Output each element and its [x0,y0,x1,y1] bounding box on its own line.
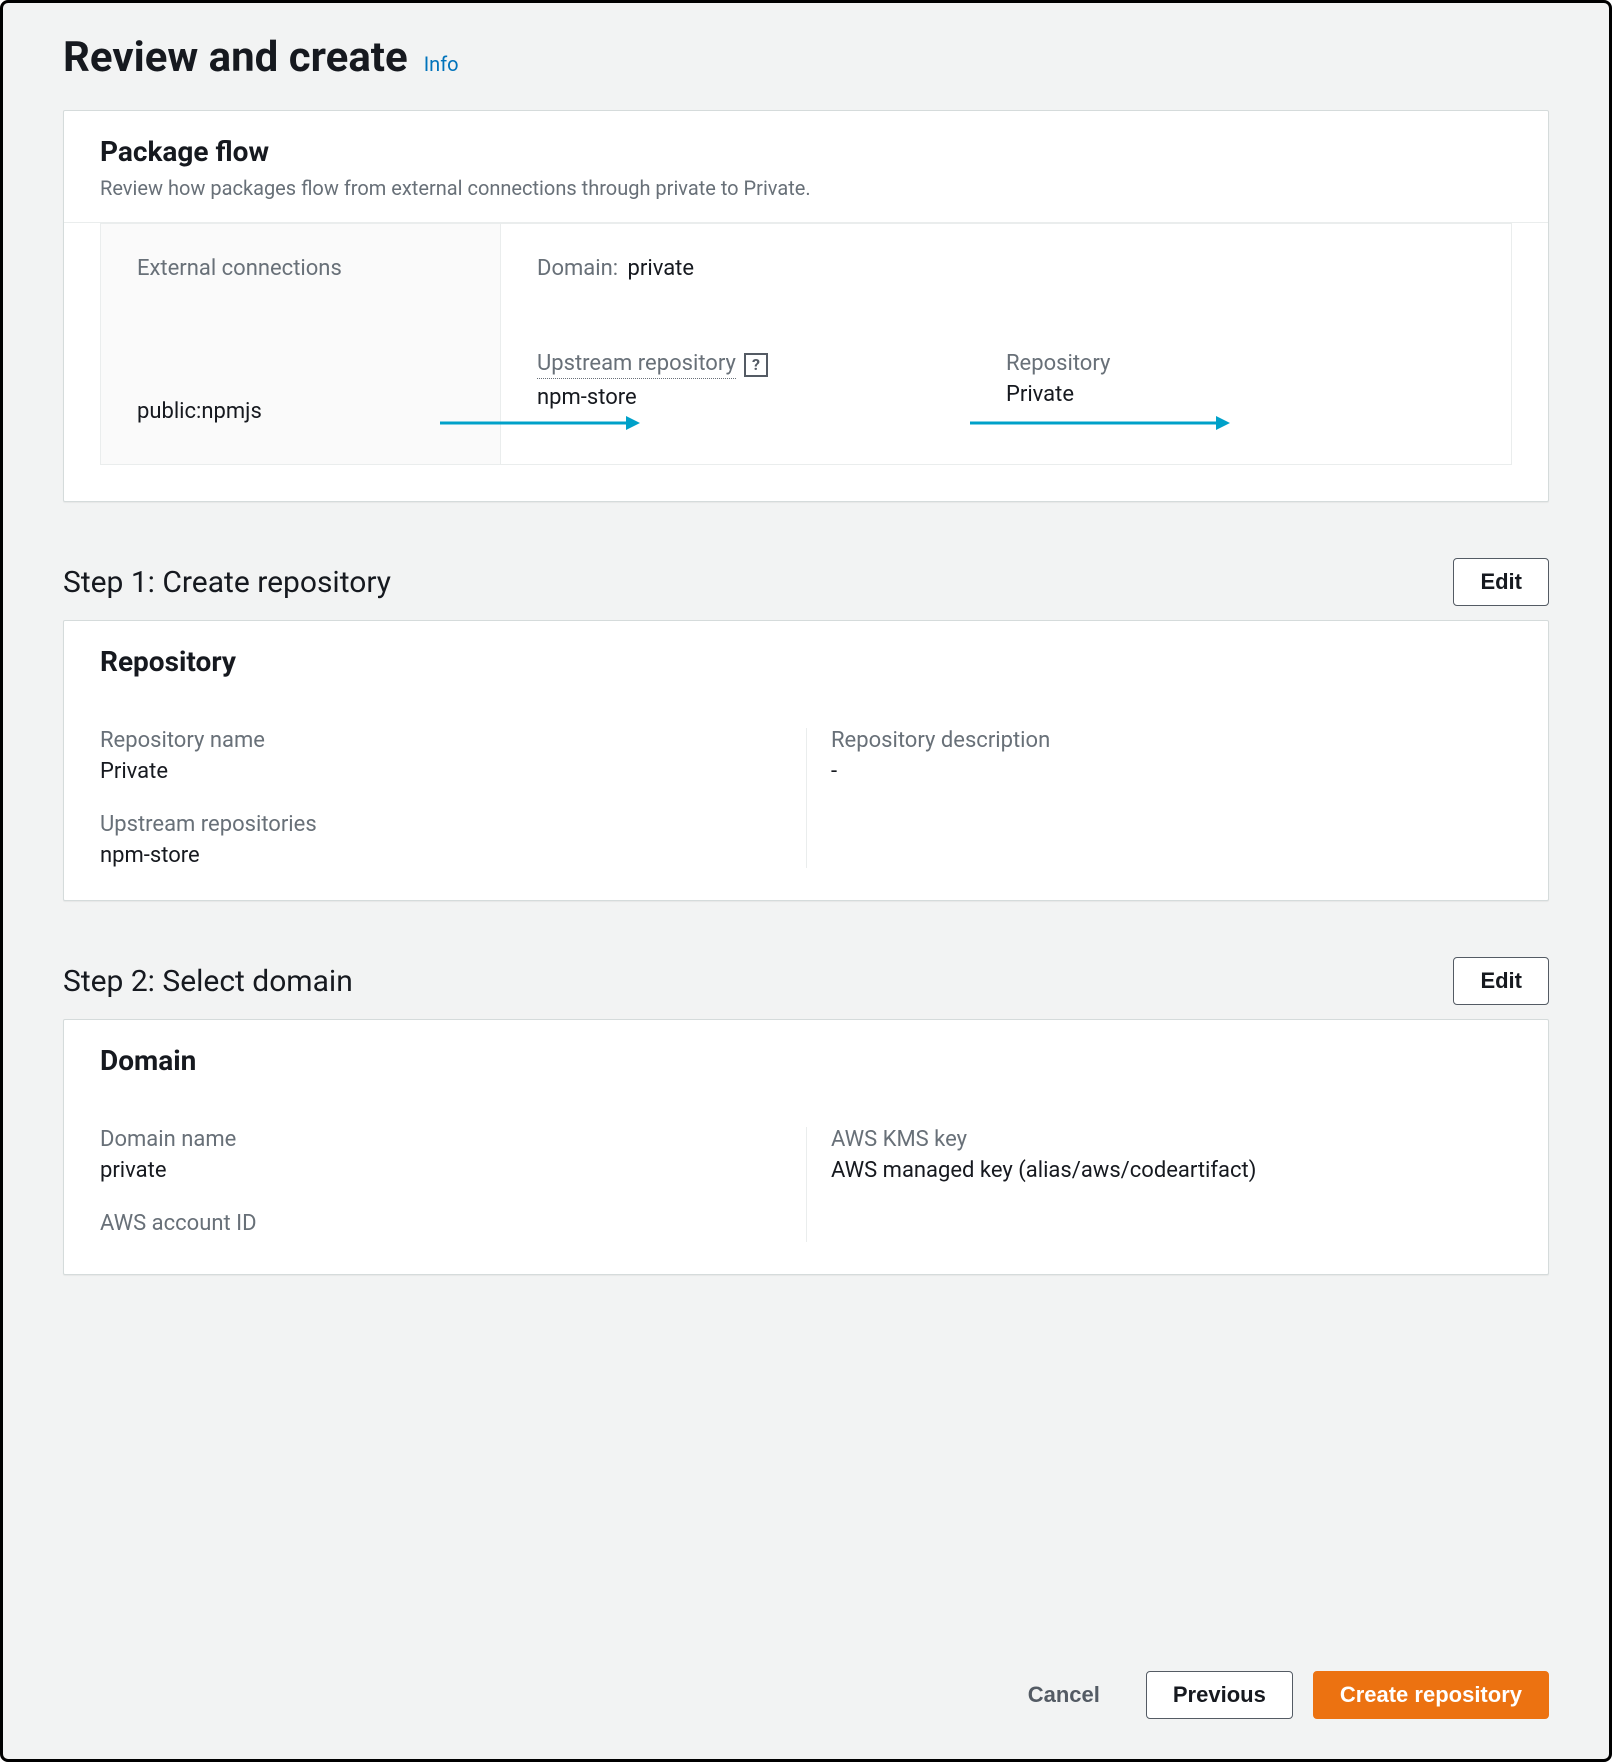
flow-diagram: External connections public:npmjs Domain… [100,223,1512,465]
flow-repository-value: Private [1006,382,1475,407]
domain-name-value: private [100,1158,786,1183]
upstream-repos-value: npm-store [100,843,786,868]
page-title: Review and create [63,33,408,82]
flow-domain-label: Domain: [537,256,618,281]
flow-domain-value: private [624,256,694,281]
info-link[interactable]: Info [424,52,459,76]
footer-actions: Cancel Previous Create repository [63,1661,1549,1719]
flow-repository-label: Repository [1006,351,1475,376]
account-id-label: AWS account ID [100,1211,786,1236]
package-flow-title: Package flow [100,135,1512,168]
repo-desc-label: Repository description [831,728,1492,753]
external-connections-value: public:npmjs [137,399,464,424]
step2-row: Step 2: Select domain Edit [63,957,1549,1005]
package-flow-panel: Package flow Review how packages flow fr… [63,110,1549,502]
repository-panel-title: Repository [100,645,1512,678]
cancel-button[interactable]: Cancel [1002,1672,1126,1718]
domain-panel: Domain Domain name private AWS account I… [63,1019,1549,1275]
repo-desc-value: - [831,759,1492,784]
previous-button[interactable]: Previous [1146,1671,1293,1719]
help-icon[interactable]: ? [744,353,768,377]
external-connections-label: External connections [137,256,464,281]
page-header: Review and create Info [63,33,1549,82]
step1-title: Step 1: Create repository [63,565,391,600]
package-flow-subtitle: Review how packages flow from external c… [100,174,1512,202]
upstream-repo-value: npm-store [537,385,1006,410]
repository-panel: Repository Repository name Private Upstr… [63,620,1549,901]
step1-row: Step 1: Create repository Edit [63,558,1549,606]
upstream-repo-label: Upstream repository [537,351,736,379]
step2-title: Step 2: Select domain [63,964,353,999]
create-repository-button[interactable]: Create repository [1313,1671,1549,1719]
kms-key-label: AWS KMS key [831,1127,1492,1152]
step1-edit-button[interactable]: Edit [1453,558,1549,606]
repo-name-value: Private [100,759,786,784]
repo-name-label: Repository name [100,728,786,753]
domain-name-label: Domain name [100,1127,786,1152]
step2-edit-button[interactable]: Edit [1453,957,1549,1005]
domain-panel-title: Domain [100,1044,1512,1077]
upstream-repos-label: Upstream repositories [100,812,786,837]
kms-key-value: AWS managed key (alias/aws/codeartifact) [831,1158,1492,1183]
